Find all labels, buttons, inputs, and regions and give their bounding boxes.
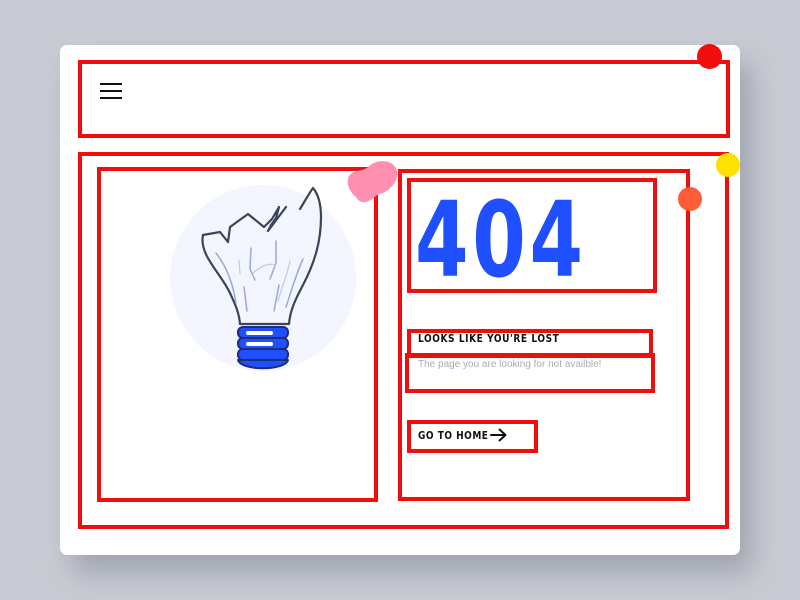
arrow-right-icon [490,428,507,442]
error-title: LOOKS LIKE YOU'RE LOST [418,332,560,345]
pink-blob-marker [347,161,398,203]
hamburger-icon[interactable] [100,83,122,99]
hamburger-line [100,90,122,92]
orange-dot-marker [678,187,702,211]
hamburger-line [100,83,122,85]
red-dot-marker [697,44,722,69]
error-message: The page you are looking for not availbl… [418,359,602,370]
yellow-dot-marker [716,153,740,177]
page-background: 404 LOOKS LIKE YOU'RE LOST The page you … [0,0,800,600]
header-region [78,60,730,138]
hamburger-line [100,97,122,99]
broken-light-bulb-icon [170,185,356,371]
home-button-label: GO TO HOME [418,428,489,442]
go-to-home-button[interactable]: GO TO HOME [418,426,508,444]
error-code: 404 [415,179,587,301]
